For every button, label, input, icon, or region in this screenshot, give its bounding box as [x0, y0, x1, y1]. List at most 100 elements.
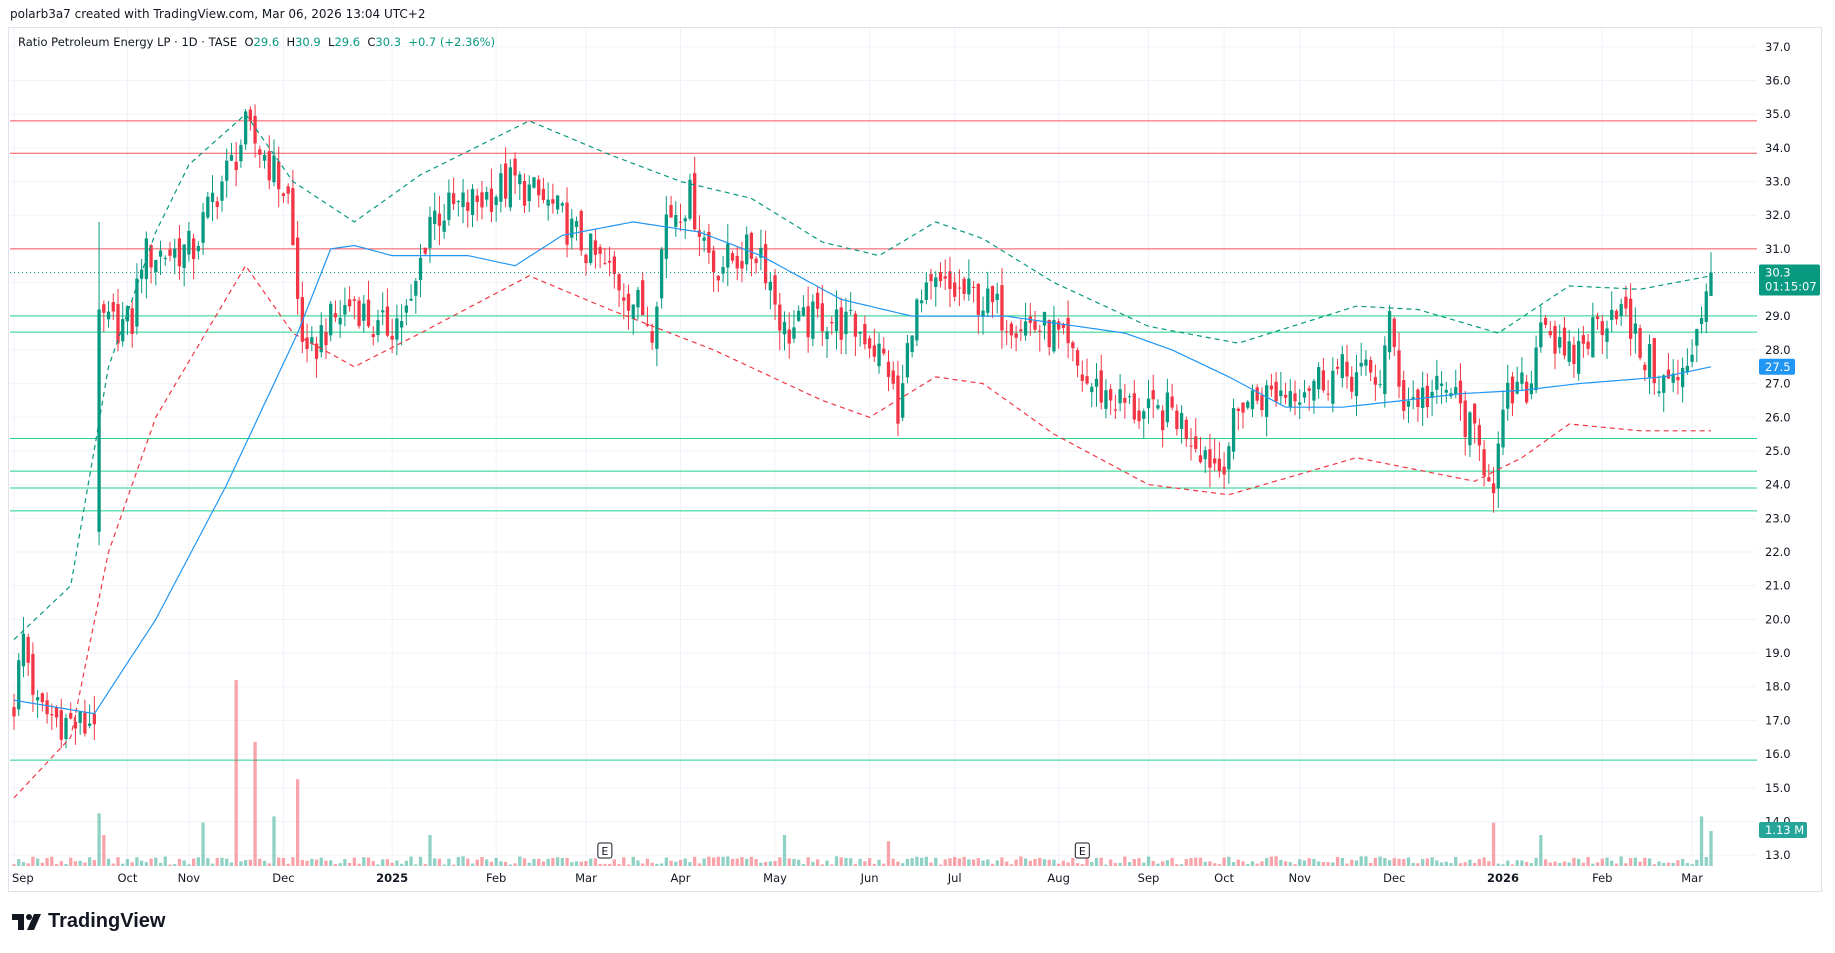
candle-body [220, 181, 224, 201]
candle-body [1406, 401, 1411, 407]
candle-body [234, 161, 238, 171]
candle-body [1595, 316, 1600, 320]
candle [1222, 452, 1226, 489]
candle-body [910, 335, 914, 353]
candle-body [915, 299, 919, 341]
candle [442, 203, 446, 239]
volume-bar [636, 860, 640, 866]
volume-bar [1090, 862, 1094, 866]
price-chart[interactable]: 37.036.035.034.033.032.031.030.029.028.0… [0, 0, 1835, 953]
candle [26, 633, 30, 677]
candle-body [54, 707, 59, 718]
volume-bar [1373, 857, 1378, 866]
volume-bar [1028, 860, 1032, 866]
candle [537, 175, 541, 208]
volume-bar [324, 860, 328, 866]
volume-bar [546, 858, 550, 866]
candle-body [158, 250, 163, 257]
candle-body [815, 292, 820, 309]
volume-bar [225, 858, 229, 866]
y-tick-label: 29.0 [1765, 309, 1791, 323]
earnings-marker: E [597, 842, 613, 859]
candle-body [1373, 377, 1378, 385]
volume-bar [286, 863, 290, 866]
volume-bar [111, 863, 115, 866]
candle-body [1090, 386, 1094, 393]
candle-body [867, 338, 872, 349]
volume-bar [1652, 864, 1656, 866]
candle [1657, 375, 1661, 397]
candle-body [480, 192, 484, 208]
x-tick-label: Mar [575, 871, 597, 885]
candle [1539, 305, 1543, 353]
candle [957, 269, 962, 307]
volume-bar [1042, 859, 1047, 866]
tradingview-logo[interactable]: TradingView [12, 910, 165, 933]
candle-body [390, 335, 394, 340]
volume-bar [555, 857, 560, 866]
candle-body [1165, 392, 1170, 423]
candle-body [187, 230, 191, 255]
volume-bar [607, 863, 612, 866]
volume-bar [177, 858, 182, 866]
candle [607, 246, 612, 277]
candle [1071, 340, 1075, 362]
candle [669, 195, 673, 218]
volume-bar [437, 858, 442, 866]
volume-bar [1562, 861, 1567, 866]
candle-body [934, 277, 938, 287]
volume-bar [1161, 861, 1165, 866]
candle-body [381, 310, 385, 313]
volume-bar [1066, 862, 1070, 866]
candle [1075, 347, 1080, 378]
candle-body [1690, 354, 1694, 362]
volume-bar [825, 860, 829, 866]
candle-body [1014, 333, 1018, 338]
volume-bar [314, 859, 319, 866]
candle-body [1156, 405, 1160, 409]
candle-body [362, 303, 366, 321]
candle [1378, 369, 1382, 389]
candle [981, 296, 985, 335]
candle-body [191, 238, 196, 260]
candle-body [1184, 419, 1188, 439]
candle-body [281, 193, 286, 197]
candle-body [1298, 402, 1302, 405]
volume-bar [901, 863, 905, 866]
volume-bar [1113, 862, 1118, 866]
candle [347, 286, 352, 312]
candle [844, 297, 848, 355]
volume-bar [518, 856, 522, 866]
candle [97, 221, 101, 546]
volume-bar [541, 861, 546, 866]
volume-bar [948, 858, 952, 866]
candle-body [773, 275, 777, 305]
candle-body [801, 307, 806, 316]
candle [206, 191, 210, 220]
candle-body [40, 693, 45, 703]
candle-body [830, 321, 834, 324]
candle [319, 312, 323, 358]
volume-bar [234, 680, 238, 866]
earnings-marker-label: E [1079, 845, 1086, 858]
volume-bar [910, 858, 914, 866]
candle [1042, 311, 1047, 340]
candle-body [1142, 411, 1146, 419]
candle-body [1387, 311, 1392, 353]
volume-bar [352, 857, 356, 866]
volume-bar [659, 863, 664, 866]
volume-bar [759, 862, 763, 866]
candle-body [73, 721, 78, 729]
candle-body [64, 718, 68, 740]
candle-body [1605, 328, 1609, 342]
candle-body [1170, 396, 1174, 408]
candle [1709, 252, 1713, 297]
candle-body [59, 710, 63, 740]
candle [986, 271, 990, 317]
symbol-title: Ratio Petroleum Energy LP · 1D · TASE [18, 35, 238, 49]
candle-body [1524, 381, 1529, 403]
volume-bar [953, 856, 957, 866]
candle-body [111, 302, 115, 312]
candle-body [168, 249, 172, 256]
x-tick-label: Apr [671, 871, 691, 885]
